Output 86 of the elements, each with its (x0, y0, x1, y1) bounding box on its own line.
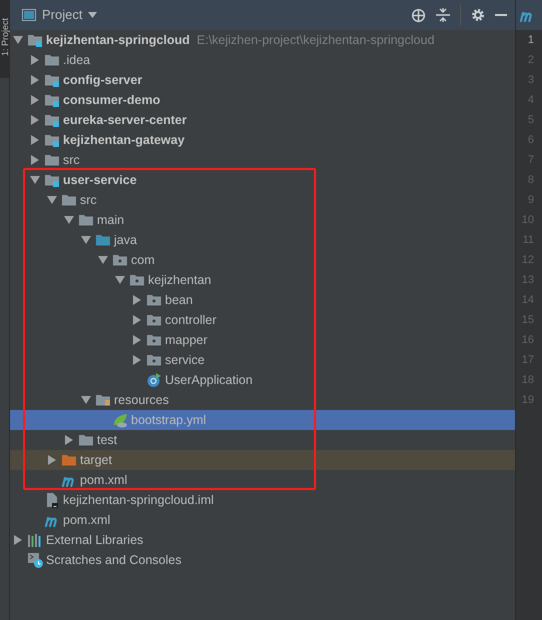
tree-row[interactable]: main (10, 210, 515, 230)
tree-row[interactable]: kejizhentan-gateway (10, 130, 515, 150)
tree-item-label: UserApplication (165, 372, 253, 389)
tree-row[interactable]: External Libraries (10, 530, 515, 550)
collapsed-arrow-icon[interactable] (47, 455, 57, 465)
tree-item-label: External Libraries (46, 532, 144, 549)
tree-row[interactable]: consumer-demo (10, 90, 515, 110)
collapsed-arrow-icon[interactable] (13, 535, 23, 545)
settings-icon[interactable] (471, 8, 485, 22)
collapsed-arrow-icon[interactable] (132, 295, 142, 305)
tree-item-label: kejizhentan-springcloud (46, 32, 190, 49)
tree-row[interactable]: test (10, 430, 515, 450)
tree-row[interactable]: mapper (10, 330, 515, 350)
tree-row[interactable]: src (10, 150, 515, 170)
tree-item-label: bean (165, 292, 193, 309)
tree-row[interactable]: UserApplication (10, 370, 515, 390)
line-number: 1 (526, 32, 535, 48)
tree-item-label: kejizhentan-springcloud.iml (63, 492, 214, 509)
collapsed-arrow-icon[interactable] (132, 355, 142, 365)
tree-row[interactable]: Scratches and Consoles (10, 550, 515, 570)
tree-item-label: java (114, 232, 137, 249)
side-tab-label: 1: Project (0, 16, 10, 58)
tree-item-label: target (80, 452, 112, 469)
tree-item-label: bootstrap.yml (131, 412, 206, 429)
tree-item-label: resources (114, 392, 169, 409)
monitor-icon (22, 9, 36, 21)
tree-row[interactable]: service (10, 350, 515, 370)
side-tab[interactable]: 1: Project (0, 0, 10, 78)
tree-item-label: .idea (63, 52, 90, 69)
tree-item-label: controller (165, 312, 216, 329)
tree-item-label: main (97, 212, 124, 229)
tree-row[interactable]: bean (10, 290, 515, 310)
crosshair-icon[interactable] (411, 8, 426, 22)
tree-row[interactable]: eureka-server-center (10, 110, 515, 130)
tree-item-label: consumer-demo (63, 92, 160, 109)
tree-row[interactable]: java (10, 230, 515, 250)
collapsed-arrow-icon[interactable] (30, 135, 40, 145)
collapsed-arrow-icon[interactable] (30, 155, 40, 165)
tree-row[interactable]: resources (10, 390, 515, 410)
tree-item-label: kejizhentan-gateway (63, 132, 185, 149)
expanded-arrow-icon[interactable] (115, 275, 125, 285)
collapsed-arrow-icon[interactable] (30, 75, 40, 85)
expanded-arrow-icon[interactable] (47, 195, 57, 205)
collapsed-arrow-icon[interactable] (132, 335, 142, 345)
dropdown-caret-icon[interactable] (88, 12, 98, 18)
tree-row[interactable]: pom.xml (10, 510, 515, 530)
collapse-all-icon[interactable] (436, 8, 450, 22)
tree-row[interactable]: src (10, 190, 515, 210)
tree-item-label: src (80, 192, 97, 209)
tree-row[interactable]: target (10, 450, 515, 470)
tree-row[interactable]: kejizhentan-springcloud.iml (10, 490, 515, 510)
tree-row[interactable]: .idea (10, 50, 515, 70)
expanded-arrow-icon[interactable] (30, 175, 40, 185)
tree-item-label: com (131, 252, 155, 269)
toolwindow-title[interactable]: Project (42, 5, 82, 25)
tree-row[interactable]: kejizhentan (10, 270, 515, 290)
tree-row[interactable]: user-service (10, 170, 515, 190)
tree-item-label: test (97, 432, 118, 449)
tree-item-label: pom.xml (63, 512, 110, 529)
tree-item-label: user-service (63, 172, 137, 189)
expanded-arrow-icon[interactable] (64, 215, 74, 225)
tree-item-label: pom.xml (80, 472, 128, 489)
tree-row[interactable]: pom.xml (10, 470, 515, 490)
tree-item-label: service (165, 352, 205, 369)
expanded-arrow-icon[interactable] (81, 235, 91, 245)
expanded-arrow-icon[interactable] (81, 395, 91, 405)
tree-item-label: Scratches and Consoles (46, 552, 182, 569)
collapsed-arrow-icon[interactable] (132, 315, 142, 325)
tree-item-label: config-server (63, 72, 142, 89)
collapsed-arrow-icon[interactable] (30, 115, 40, 125)
tree-row[interactable]: config-server (10, 70, 515, 90)
tree-row[interactable]: kejizhentan-springcloud E:\kejizhen-project\kejizhentan-springcloud (10, 30, 515, 50)
collapsed-arrow-icon[interactable] (30, 55, 40, 65)
tree-row[interactable]: controller (10, 310, 515, 330)
tree-item-label: eureka-server-center (63, 112, 187, 129)
collapsed-arrow-icon[interactable] (30, 95, 40, 105)
module-path: E:\kejizhen-project\kejizhentan-springcloud (196, 32, 434, 49)
expanded-arrow-icon[interactable] (13, 35, 23, 45)
tree-row[interactable]: com (10, 250, 515, 270)
tree-item-label: src (63, 152, 80, 169)
collapsed-arrow-icon[interactable] (64, 435, 74, 445)
tree-item-label: kejizhentan (148, 272, 212, 289)
minimize-icon[interactable] (495, 14, 507, 16)
expanded-arrow-icon[interactable] (98, 255, 108, 265)
editor-tab[interactable] (516, 0, 542, 30)
tree-item-label: mapper (165, 332, 208, 349)
